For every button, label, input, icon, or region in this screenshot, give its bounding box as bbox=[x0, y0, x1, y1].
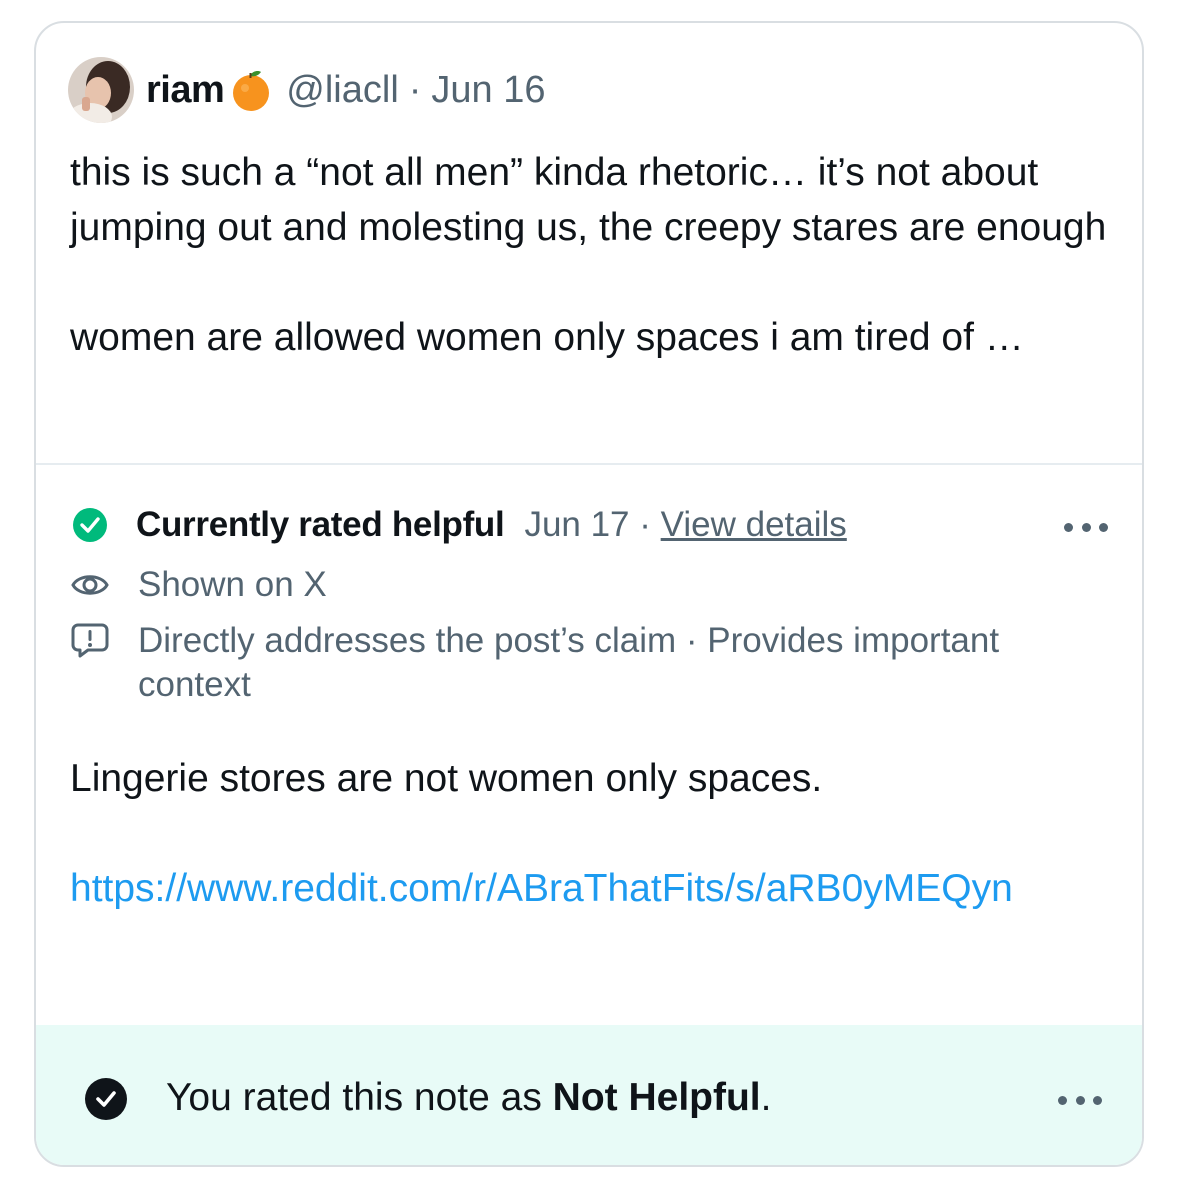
author-name[interactable]: riam bbox=[146, 69, 225, 112]
post-header: riam @liacll · Jun 16 bbox=[68, 57, 546, 123]
orange-fruit-icon bbox=[228, 67, 274, 113]
note-status-label: Currently rated helpful bbox=[136, 505, 505, 544]
rating-message: You rated this note as Not Helpful. bbox=[166, 1073, 771, 1123]
dot bbox=[1093, 1095, 1102, 1105]
community-note-card: riam @liacll · Jun 16 this is such a “no… bbox=[34, 21, 1144, 1167]
note-text: Lingerie stores are not women only space… bbox=[70, 757, 823, 800]
dot bbox=[1081, 522, 1091, 532]
dot bbox=[1058, 1095, 1067, 1105]
avatar[interactable] bbox=[68, 57, 134, 123]
rating-more-button[interactable] bbox=[1058, 1090, 1102, 1110]
comment-alert-icon bbox=[70, 619, 110, 659]
post-paragraph: this is such a “not all men” kinda rheto… bbox=[70, 151, 1107, 249]
reasons-row: Directly addresses the post’s claim · Pr… bbox=[70, 619, 1110, 707]
rating-footer: You rated this note as Not Helpful. bbox=[36, 1025, 1142, 1165]
rating-value: Not Helpful bbox=[552, 1076, 761, 1119]
separator: · bbox=[408, 68, 422, 111]
note-date: Jun 17 bbox=[524, 505, 630, 544]
divider bbox=[36, 463, 1142, 465]
check-circle-icon bbox=[84, 1077, 128, 1121]
post-paragraph: women are allowed women only spaces i am… bbox=[70, 316, 1024, 359]
dot bbox=[1099, 522, 1108, 532]
eye-icon bbox=[70, 563, 110, 603]
reasons-label: Directly addresses the post’s claim · Pr… bbox=[138, 621, 1000, 704]
dot bbox=[1064, 522, 1073, 532]
note-status-row: Currently rated helpful Jun 17 · View det… bbox=[70, 503, 847, 547]
post-date[interactable]: Jun 16 bbox=[431, 69, 545, 112]
check-circle-icon bbox=[70, 503, 110, 543]
rating-suffix: . bbox=[760, 1076, 772, 1119]
separator: · bbox=[639, 505, 651, 544]
dot bbox=[1075, 1095, 1085, 1105]
note-more-button[interactable] bbox=[1064, 517, 1108, 537]
shown-label: Shown on X bbox=[138, 565, 327, 604]
note-source-link[interactable]: https://www.reddit.com/r/ABraThatFits/s/… bbox=[70, 861, 1110, 916]
rating-prefix: You rated this note as bbox=[166, 1076, 553, 1119]
author-handle[interactable]: @liacll bbox=[286, 69, 398, 112]
post-text: this is such a “not all men” kinda rheto… bbox=[70, 145, 1110, 365]
shown-row: Shown on X bbox=[70, 563, 327, 607]
view-details-link[interactable]: View details bbox=[661, 505, 847, 544]
